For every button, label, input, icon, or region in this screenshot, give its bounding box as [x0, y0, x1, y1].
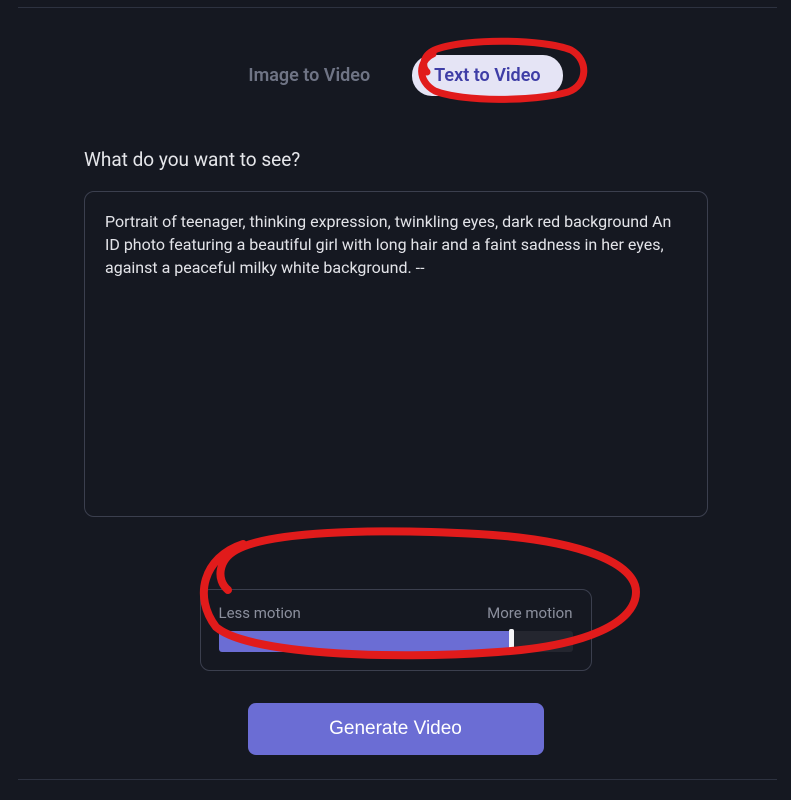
motion-more-label: More motion	[487, 604, 572, 622]
generate-video-button[interactable]: Generate Video	[248, 703, 544, 755]
tab-image-to-video[interactable]: Image to Video	[228, 55, 390, 96]
motion-slider-handle[interactable]	[509, 629, 514, 654]
tabs-container: Image to Video Text to Video	[18, 55, 773, 96]
prompt-input[interactable]	[84, 191, 708, 517]
tab-text-to-video[interactable]: Text to Video	[412, 55, 562, 96]
motion-slider-fill	[219, 631, 511, 652]
bottom-divider	[18, 779, 777, 780]
motion-slider-panel: Less motion More motion	[200, 589, 592, 671]
motion-slider-track[interactable]	[219, 631, 573, 652]
prompt-section: What do you want to see?	[84, 148, 707, 521]
motion-labels: Less motion More motion	[219, 604, 573, 622]
top-divider	[18, 7, 777, 8]
prompt-label: What do you want to see?	[84, 148, 707, 171]
main-content: Image to Video Text to Video What do you…	[0, 0, 791, 755]
motion-less-label: Less motion	[219, 604, 301, 622]
